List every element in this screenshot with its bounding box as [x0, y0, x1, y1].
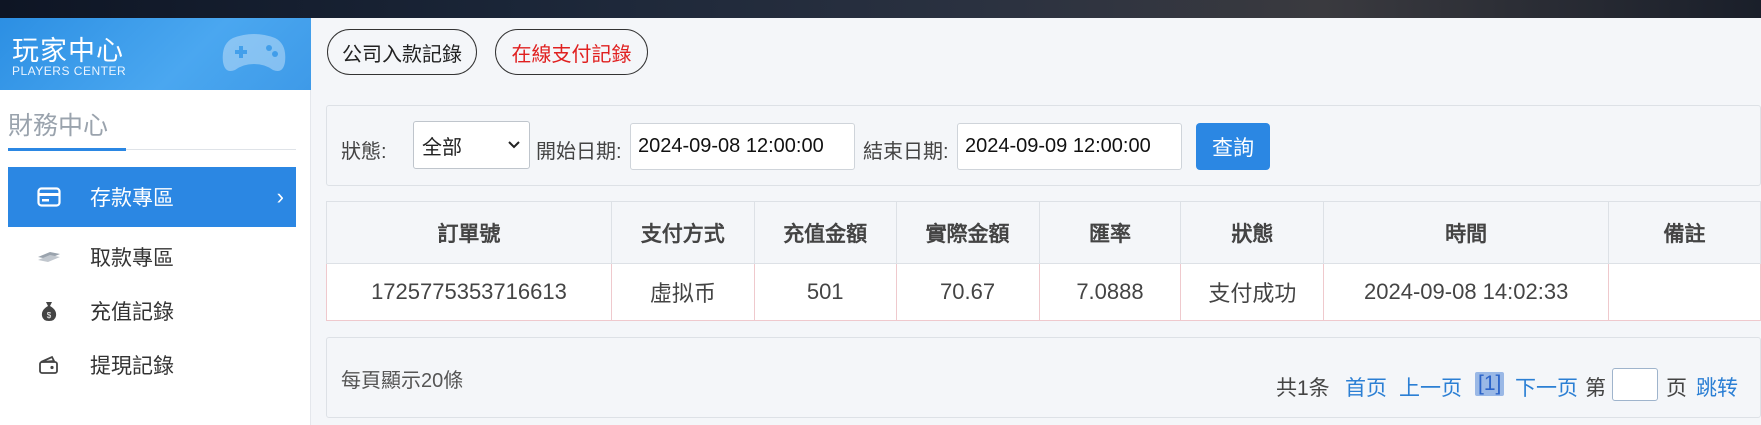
sidebar-item-withdraw-records[interactable]: 提現記錄: [8, 335, 296, 395]
sidebar-item-deposit[interactable]: 存款專區 ›: [8, 167, 296, 227]
pager-next-link[interactable]: 下一页: [1515, 372, 1578, 402]
cash-icon: [36, 244, 62, 270]
end-date-label: 結束日期:: [863, 141, 949, 163]
column-header-order-no: 訂單號: [326, 201, 612, 264]
sidebar-item-label: 取款專區: [90, 247, 174, 270]
cell-status: 支付成功: [1180, 263, 1325, 321]
pager-goto-prefix: 第: [1585, 377, 1606, 400]
gamepad-icon: [222, 34, 286, 71]
table-row: 1725775353716613 虛拟币 501 70.67 7.0888 支付…: [326, 263, 1761, 321]
finance-center-title: 財務中心: [8, 112, 109, 140]
start-date-label: 開始日期:: [536, 141, 622, 163]
cell-actual-amount: 70.67: [895, 263, 1040, 321]
column-header-status: 狀態: [1180, 201, 1325, 264]
status-select[interactable]: 全部: [413, 121, 530, 169]
brand-header: 玩家中心 PLAYERS CENTER: [0, 18, 311, 90]
sidebar-item-label: 充值記錄: [90, 301, 174, 324]
cell-exchange-rate: 7.0888: [1038, 263, 1182, 321]
column-header-time: 時間: [1323, 201, 1610, 264]
record-tabs: 公司入款記錄 在線支付記錄: [311, 18, 1761, 90]
sidebar-item-recharge-records[interactable]: $ 充值記錄: [8, 281, 296, 341]
chevron-down-icon: [508, 141, 520, 149]
wallet-icon: [36, 352, 62, 378]
tab-company-deposit-records[interactable]: 公司入款記錄: [327, 29, 477, 75]
chevron-right-icon: ›: [276, 184, 284, 209]
money-bag-icon: $: [36, 298, 62, 324]
per-page-text: 每頁顯示20條: [341, 370, 464, 392]
column-header-exchange-rate: 匯率: [1038, 201, 1182, 264]
pager-first-link[interactable]: 首页: [1345, 372, 1387, 402]
column-header-recharge-amount: 充值金額: [753, 201, 897, 264]
sidebar: 玩家中心 PLAYERS CENTER 財務中心 存款專區 › 取款專區 $ 充…: [0, 18, 311, 425]
pager-goto-suffix: 页: [1666, 377, 1687, 400]
tab-online-payment-records[interactable]: 在線支付記錄: [495, 29, 648, 75]
cell-payment-method: 虛拟币: [610, 263, 755, 321]
table-header-row: 訂單號 支付方式 充值金額 實際金額 匯率 狀態 時間 備註: [326, 201, 1761, 264]
sidebar-item-label: 存款專區: [90, 187, 174, 210]
cell-recharge-amount: 501: [753, 263, 897, 321]
orders-table: 訂單號 支付方式 充值金額 實際金額 匯率 狀態 時間 備註 172577535…: [326, 201, 1761, 321]
pager-current-page[interactable]: [1]: [1475, 372, 1505, 396]
pager-jump-link[interactable]: 跳转: [1696, 372, 1738, 402]
section-divider-accent: [8, 148, 126, 151]
query-button[interactable]: 查詢: [1196, 123, 1270, 170]
column-header-actual-amount: 實際金額: [895, 201, 1040, 264]
column-header-payment-method: 支付方式: [610, 201, 755, 264]
cell-order-no: 1725775353716613: [326, 263, 612, 321]
sidebar-item-withdraw[interactable]: 取款專區: [8, 227, 296, 287]
cell-remark: [1608, 263, 1761, 321]
sidebar-item-label: 提現記錄: [90, 355, 174, 378]
pager-total: 共1条: [1276, 377, 1330, 400]
goto-page-input[interactable]: [1612, 368, 1658, 401]
status-select-value: 全部: [422, 136, 462, 159]
cell-time: 2024-09-08 14:02:33: [1323, 263, 1610, 321]
svg-text:$: $: [47, 311, 52, 320]
pager-prev-link[interactable]: 上一页: [1399, 372, 1462, 402]
start-date-input[interactable]: 2024-09-08 12:00:00: [630, 123, 855, 170]
brand-title: 玩家中心: [12, 36, 124, 66]
card-icon: [36, 184, 62, 210]
column-header-remark: 備註: [1608, 201, 1761, 264]
brand-subtitle: PLAYERS CENTER: [12, 64, 127, 78]
window-top-strip: [0, 0, 1761, 18]
status-label: 狀態:: [341, 141, 387, 163]
end-date-input[interactable]: 2024-09-09 12:00:00: [957, 123, 1182, 170]
